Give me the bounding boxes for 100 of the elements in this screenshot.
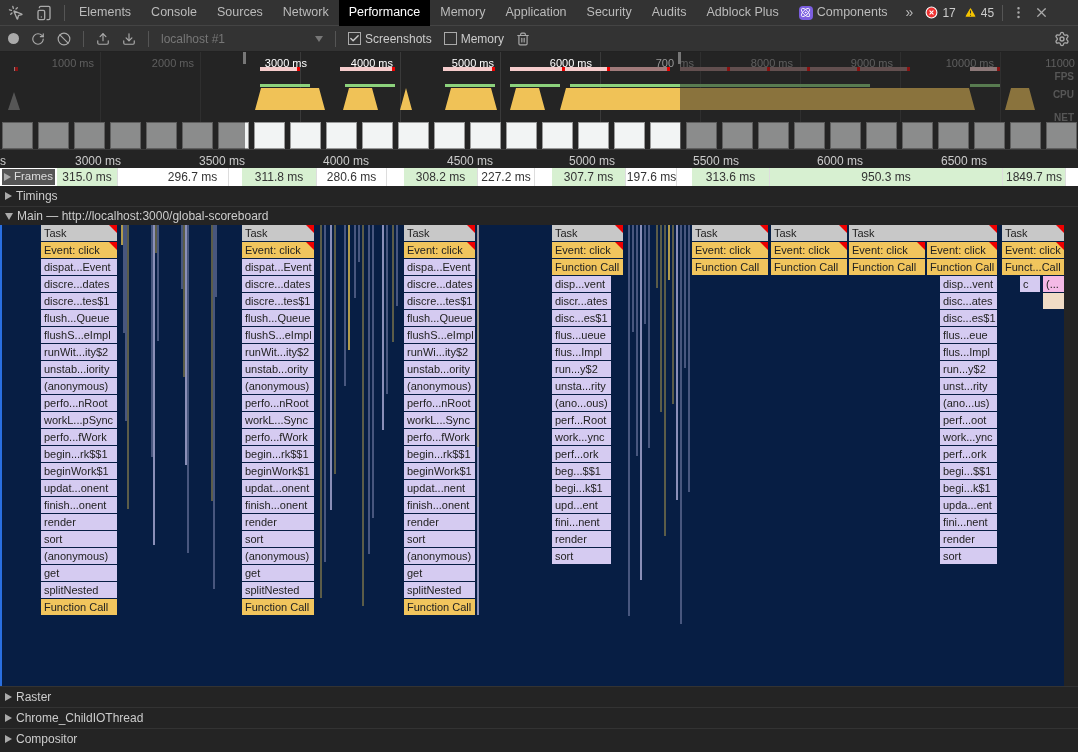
range-handle[interactable]	[678, 52, 681, 64]
function-call-block[interactable]: Function Call	[41, 599, 117, 615]
function-block[interactable]: flus...Impl	[552, 344, 611, 360]
panel-tab[interactable]: Memory	[430, 0, 496, 26]
function-block[interactable]: beginWork$1	[404, 463, 475, 479]
frame-duration[interactable]: 308.2 ms	[404, 168, 478, 186]
function-block[interactable]: perfo...fWork	[242, 429, 314, 445]
function-block[interactable]: finish...onent	[242, 497, 314, 513]
function-block[interactable]: perfo...nRoot	[242, 395, 314, 411]
function-block[interactable]: (anonymous)	[242, 378, 314, 394]
panel-tab[interactable]: Sources	[207, 0, 273, 26]
task-block[interactable]: Task	[692, 225, 768, 241]
collapsed-triangle-icon[interactable]	[5, 735, 12, 743]
function-block[interactable]: sort	[41, 531, 117, 547]
function-block[interactable]: discre...dates	[404, 276, 475, 292]
function-call-block[interactable]: Function Call	[552, 259, 623, 275]
checkbox[interactable]	[443, 32, 457, 45]
function-block[interactable]: discre...tes$1	[41, 293, 117, 309]
function-block[interactable]: perfo...nRoot	[41, 395, 117, 411]
checkbox[interactable]	[348, 32, 361, 45]
function-block[interactable]: perfo...fWork	[404, 429, 475, 445]
function-block[interactable]: work...ync	[940, 429, 997, 445]
panel-tab[interactable]: Console	[141, 0, 207, 26]
function-block[interactable]: flus...Impl	[940, 344, 997, 360]
function-block[interactable]: perf...oot	[940, 412, 997, 428]
function-block[interactable]: updat...onent	[41, 480, 117, 496]
event-block[interactable]: Event: click	[1002, 242, 1064, 258]
function-block[interactable]: begin...rk$$1	[242, 446, 314, 462]
function-block[interactable]: get	[41, 565, 117, 581]
function-block[interactable]: render	[940, 531, 997, 547]
task-block[interactable]: Task	[404, 225, 475, 241]
function-block[interactable]: disc...es$1	[940, 310, 997, 326]
function-call-block[interactable]: Function Call	[692, 259, 768, 275]
function-block[interactable]: flush...Queue	[242, 310, 314, 326]
function-block[interactable]: disp...vent	[552, 276, 611, 292]
frame-duration[interactable]: 950.3 ms	[770, 168, 1003, 186]
function-block[interactable]: begi...k$1	[552, 480, 611, 496]
frame-duration[interactable]: 1849.7 ms	[1003, 168, 1066, 186]
event-block[interactable]: Event: click	[404, 242, 475, 258]
function-block[interactable]: sort	[940, 548, 997, 564]
event-block[interactable]: Event: click	[552, 242, 623, 258]
function-block[interactable]: splitNested	[41, 582, 117, 598]
function-block[interactable]: (anonymous)	[41, 548, 117, 564]
event-block[interactable]: Event: click	[927, 242, 997, 258]
function-block[interactable]: flus...eue	[940, 327, 997, 343]
function-block[interactable]: unstab...ority	[404, 361, 475, 377]
function-block[interactable]: updat...nent	[404, 480, 475, 496]
track-title[interactable]: Chrome_ChildIOThread	[16, 709, 144, 727]
function-call-block[interactable]: Function Call	[242, 599, 314, 615]
download-icon[interactable]	[122, 31, 136, 46]
function-block[interactable]: discre...tes$1	[242, 293, 314, 309]
function-block[interactable]: (anonymous)	[242, 548, 314, 564]
function-block[interactable]: (ano...ous)	[552, 395, 611, 411]
track-title[interactable]: Timings	[16, 187, 58, 205]
function-block[interactable]: begin...rk$$1	[404, 446, 475, 462]
panel-tab[interactable]: Adblock Plus	[696, 0, 789, 26]
frame-duration[interactable]: 315.0 ms	[57, 168, 118, 186]
function-block[interactable]: render	[242, 514, 314, 530]
task-block[interactable]: Task	[552, 225, 623, 241]
function-call-block[interactable]: Function Call	[771, 259, 847, 275]
function-block[interactable]: unsta...rity	[552, 378, 611, 394]
function-block[interactable]: (anonymous)	[404, 548, 475, 564]
panel-tab[interactable]: Network	[272, 0, 339, 26]
function-block[interactable]: sort	[404, 531, 475, 547]
function-block[interactable]: perfo...nRoot	[404, 395, 475, 411]
upload-icon[interactable]	[96, 31, 110, 46]
trash-icon[interactable]	[516, 31, 531, 46]
function-block[interactable]: perf...Root	[552, 412, 611, 428]
function-block[interactable]: get	[242, 565, 314, 581]
function-block[interactable]: beginWork$1	[41, 463, 117, 479]
function-block[interactable]: get	[404, 565, 475, 581]
panel-tab[interactable]: Performance	[338, 0, 431, 26]
function-block[interactable]: finish...onent	[41, 497, 117, 513]
function-block[interactable]: discre...tes$1	[404, 293, 475, 309]
reload-icon[interactable]	[31, 31, 45, 46]
function-call-block[interactable]: Funct...Call	[1002, 259, 1064, 275]
function-block[interactable]: runWit...ity$2	[242, 344, 314, 360]
function-block[interactable]: workL...Sync	[404, 412, 475, 428]
event-block[interactable]: Event: click	[692, 242, 768, 258]
inspect-icon[interactable]	[8, 4, 24, 21]
function-block[interactable]: (ano...us)	[940, 395, 997, 411]
function-block[interactable]: unstab...ority	[242, 361, 314, 377]
track-title[interactable]: Compositor	[16, 730, 78, 748]
function-block[interactable]: fini...nent	[552, 514, 611, 530]
panel-tab[interactable]: Security	[576, 0, 642, 26]
function-block[interactable]: runWi...ity$2	[404, 344, 475, 360]
frame-duration[interactable]: 197.6 ms	[627, 168, 677, 186]
function-block[interactable]: unstab...iority	[41, 361, 117, 377]
function-call-block[interactable]: Function Call	[927, 259, 997, 275]
panel-tab[interactable]: Components	[788, 0, 898, 26]
function-block[interactable]: flush...Queue	[404, 310, 475, 326]
function-block[interactable]: disc...ates	[940, 293, 997, 309]
collapsed-triangle-icon[interactable]	[4, 173, 11, 181]
function-block[interactable]: disc...es$1	[552, 310, 611, 326]
function-block[interactable]: dispat...Event	[242, 259, 314, 275]
function-block[interactable]: sort	[552, 548, 611, 564]
function-block[interactable]: upd...ent	[552, 497, 611, 513]
function-block[interactable]: perf...ork	[552, 446, 611, 462]
function-block[interactable]: discre...dates	[242, 276, 314, 292]
function-block[interactable]: (anonymous)	[404, 378, 475, 394]
